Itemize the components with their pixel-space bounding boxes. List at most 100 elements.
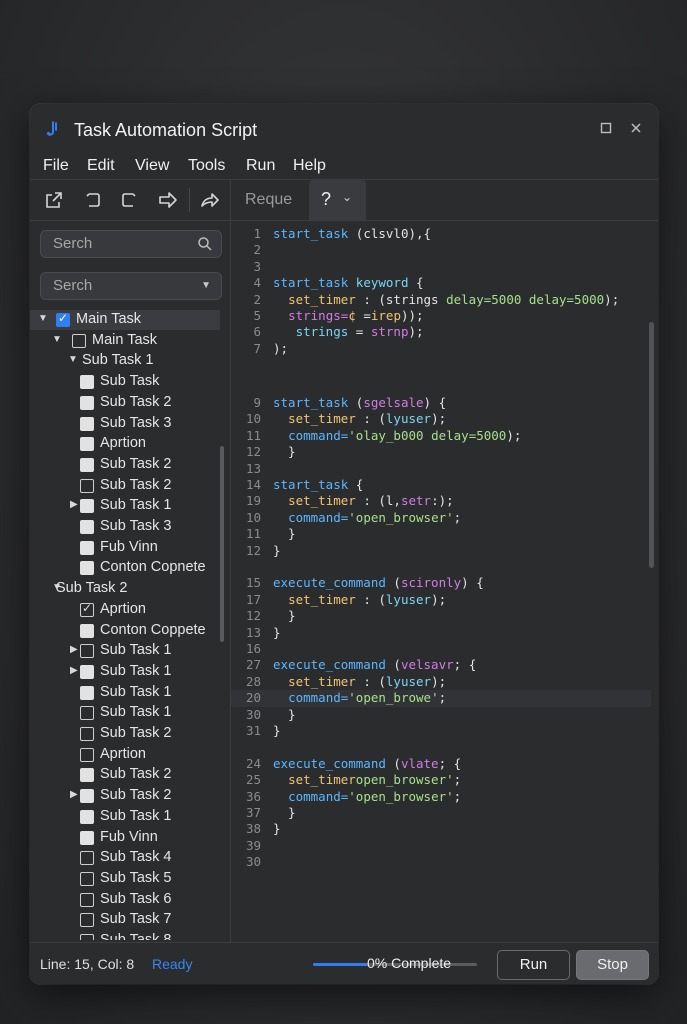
tree-checkbox[interactable] — [80, 768, 94, 783]
menu-file[interactable]: File — [43, 157, 69, 175]
code-text: ); — [273, 341, 288, 356]
tree-checkbox[interactable] — [72, 333, 86, 348]
filter-select[interactable]: Serch ▼ — [40, 272, 222, 300]
sidebar-scrollbar[interactable] — [220, 446, 224, 642]
code-line: 11 command='olay_b000 delay=5000); — [231, 428, 651, 445]
tree-item[interactable]: Sub Task 2 — [30, 476, 220, 496]
tree-item[interactable]: Aprtion — [30, 745, 220, 765]
code-text: } — [273, 444, 296, 459]
code-line: 4 start_task keyword { — [231, 275, 651, 292]
tree-checkbox[interactable] — [80, 499, 94, 514]
menu-tools[interactable]: Tools — [188, 157, 225, 175]
tree-item[interactable]: Sub Task 7 — [30, 910, 220, 930]
tree-item[interactable]: ▼ Main Task — [30, 331, 220, 351]
code-editor[interactable]: 1 start_task (clsvl0),{2 3 4 start_task keyw… — [231, 220, 658, 942]
tree-checkbox[interactable] — [80, 623, 94, 638]
tree-item[interactable]: Sub Task 1 — [30, 703, 220, 723]
tree-checkbox[interactable] — [80, 747, 94, 762]
tree-checkbox[interactable] — [80, 913, 94, 928]
tree-checkbox[interactable] — [80, 851, 94, 866]
search-input[interactable]: Serch — [40, 230, 222, 258]
tree-item[interactable]: Sub Task 6 — [30, 890, 220, 910]
tree-checkbox[interactable] — [80, 644, 94, 659]
undo-button[interactable] — [80, 188, 104, 212]
code-text: } — [273, 608, 296, 623]
tree-item[interactable]: ✓ Aprtion — [30, 600, 220, 620]
code-line: 1 start_task (clsvl0),{ — [231, 226, 651, 243]
tree-checkbox[interactable] — [80, 892, 94, 907]
tab-help[interactable]: ? ⌄ — [309, 180, 366, 220]
tree-checkbox[interactable] — [80, 540, 94, 555]
tree-item[interactable]: Sub Task 5 — [30, 869, 220, 889]
share-button[interactable] — [198, 188, 222, 212]
tree-item[interactable]: Fub Vinn — [30, 828, 220, 848]
collapse-arrow-icon[interactable]: ▶ — [70, 665, 78, 676]
code-token: } — [273, 608, 296, 624]
tree-checkbox[interactable] — [80, 457, 94, 472]
open-external-button[interactable] — [42, 188, 66, 212]
tree-item[interactable]: ▼ ✓ Main Task — [30, 310, 220, 330]
tree-checkbox[interactable] — [80, 809, 94, 824]
tree-checkbox[interactable] — [80, 395, 94, 410]
tree-checkbox[interactable] — [80, 416, 94, 431]
stop-button[interactable]: Stop — [576, 950, 649, 980]
collapse-arrow-icon[interactable]: ▶ — [70, 644, 78, 655]
tree-item[interactable]: Sub Task 3 — [30, 517, 220, 537]
tree-item[interactable]: Sub Task 1 — [30, 683, 220, 703]
menu-view[interactable]: View — [135, 157, 169, 175]
close-button[interactable] — [626, 118, 646, 138]
tree-item[interactable]: Sub Task 1 — [30, 807, 220, 827]
tree-checkbox[interactable] — [80, 437, 94, 452]
tree-checkbox[interactable] — [80, 727, 94, 741]
maximize-button[interactable] — [596, 118, 616, 138]
tree-checkbox[interactable] — [80, 830, 94, 845]
expand-arrow-icon[interactable]: ▼ — [38, 313, 48, 324]
tree-item[interactable]: Sub Task 2 — [30, 393, 220, 413]
code-token: lyuser — [385, 411, 432, 427]
expand-arrow-icon[interactable]: ▼ — [68, 354, 78, 365]
tree-item[interactable]: Sub Task 2 — [30, 765, 220, 785]
tree-item[interactable]: Aprtion — [30, 434, 220, 454]
code-token: command= — [288, 509, 349, 525]
tree-item[interactable]: ▼ Sub Task 2 — [30, 579, 220, 599]
tree-item[interactable]: Sub Task 2 — [30, 455, 220, 475]
tree-item[interactable]: ▶ Sub Task 1 — [30, 641, 220, 661]
tree-item[interactable]: Sub Task — [30, 372, 220, 392]
tree-checkbox[interactable] — [80, 934, 94, 940]
tree-item[interactable]: Sub Task 3 — [30, 414, 220, 434]
run-button[interactable]: Run — [497, 950, 570, 980]
forward-button[interactable] — [156, 188, 180, 212]
tree-item[interactable]: Sub Task 8 — [30, 931, 220, 940]
tree-checkbox[interactable] — [80, 520, 94, 534]
tree-checkbox[interactable] — [80, 871, 94, 886]
tree-item[interactable]: Fub Vinn — [30, 538, 220, 558]
menu-help[interactable]: Help — [293, 157, 326, 175]
tree-checkbox[interactable] — [80, 664, 94, 679]
code-token: keyword — [348, 275, 409, 291]
tree-checkbox[interactable] — [80, 789, 94, 804]
tree-item[interactable]: ▶ Sub Task 1 — [30, 662, 220, 682]
tree-checkbox[interactable] — [80, 561, 94, 576]
tree-item[interactable]: ▶ Sub Task 1 — [30, 496, 220, 516]
tree-checkbox[interactable]: ✓ — [56, 311, 70, 327]
tree-checkbox[interactable] — [80, 375, 94, 390]
code-text: set_timer : (lyuser); — [273, 674, 446, 689]
tree-checkbox[interactable] — [80, 706, 94, 721]
redo-button[interactable] — [118, 188, 142, 212]
collapse-arrow-icon[interactable]: ▶ — [70, 499, 78, 510]
tree-item[interactable]: ▼ Sub Task 1 — [30, 351, 220, 371]
expand-arrow-icon[interactable]: ▼ — [52, 334, 62, 345]
tree-checkbox[interactable] — [80, 685, 94, 700]
tree-item[interactable]: Sub Task 4 — [30, 848, 220, 868]
menu-edit[interactable]: Edit — [87, 157, 115, 175]
tree-item[interactable]: ▶ Sub Task 2 — [30, 786, 220, 806]
tree-item[interactable]: Sub Task 2 — [30, 724, 220, 744]
tree-checkbox[interactable]: ✓ — [80, 601, 94, 617]
tree-item[interactable]: Conton Coppete — [30, 621, 220, 641]
menu-run[interactable]: Run — [246, 157, 275, 175]
tab-request[interactable]: Reque — [245, 191, 292, 209]
code-text: set_timer : (strings delay=5000 delay=50… — [273, 292, 619, 307]
tree-item[interactable]: Conton Copnete — [30, 558, 220, 578]
tree-checkbox[interactable] — [80, 478, 94, 493]
collapse-arrow-icon[interactable]: ▶ — [70, 789, 78, 800]
